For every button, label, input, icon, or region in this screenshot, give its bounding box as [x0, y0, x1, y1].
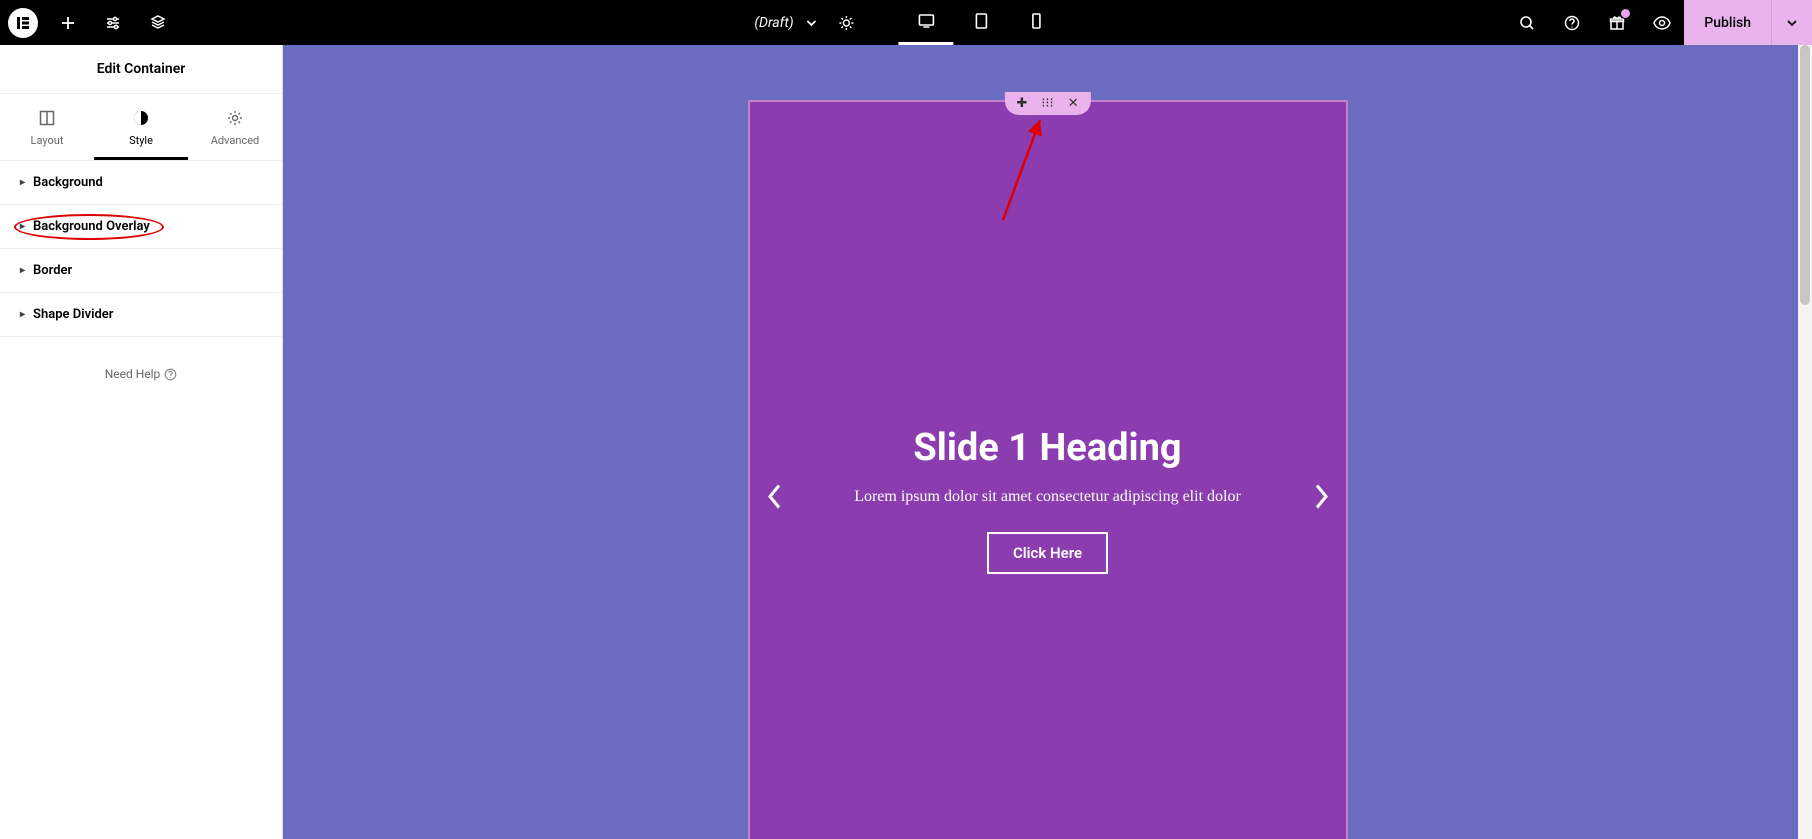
tab-advanced[interactable]: Advanced: [188, 94, 282, 160]
section-label: Shape Divider: [33, 307, 113, 322]
tab-label: Advanced: [211, 134, 259, 147]
section-label: Background Overlay: [33, 219, 150, 234]
draft-label: (Draft): [748, 15, 799, 31]
settings-icon[interactable]: [90, 0, 135, 45]
need-help-label: Need Help: [105, 367, 161, 381]
publish-dropdown-icon[interactable]: [1771, 0, 1812, 45]
layout-tab-icon: [39, 108, 55, 128]
topbar-right: Publish: [1504, 0, 1812, 45]
topbar-left: [0, 0, 180, 45]
widget-drag-handle[interactable]: ⁝⁝⁝: [1041, 96, 1053, 111]
section-background-overlay[interactable]: ▸ Background Overlay: [0, 205, 282, 249]
whats-new-icon[interactable]: [1594, 0, 1639, 45]
desktop-device-icon[interactable]: [899, 0, 954, 45]
caret-right-icon: ▸: [20, 221, 25, 232]
canvas-area: ✚ ⁝⁝⁝ ✕ Slide 1 Heading Lorem ipsum dolo: [283, 45, 1812, 839]
style-sections: ▸ Background ▸ Background Overlay ▸ Bord…: [0, 161, 282, 337]
container-widget[interactable]: ✚ ⁝⁝⁝ ✕ Slide 1 Heading Lorem ipsum dolo: [748, 100, 1348, 839]
slide-content: Slide 1 Heading Lorem ipsum dolor sit am…: [818, 426, 1278, 574]
tab-layout[interactable]: Layout: [0, 94, 94, 160]
sidebar-title: Edit Container: [0, 45, 282, 94]
section-label: Background: [33, 175, 103, 190]
page-settings-icon[interactable]: [824, 0, 869, 45]
slide-next-button[interactable]: [1312, 483, 1330, 518]
help-circle-icon: [164, 368, 177, 381]
slide-prev-button[interactable]: [766, 483, 784, 518]
section-label: Border: [33, 263, 72, 278]
editor-sidebar: Edit Container Layout Style Advanced: [0, 45, 283, 839]
topbar-center: (Draft): [748, 0, 1063, 45]
add-widget-icon[interactable]: [45, 0, 90, 45]
widget-delete-button[interactable]: ✕: [1068, 96, 1079, 111]
slide-text: Lorem ipsum dolor sit amet consectetur a…: [818, 488, 1278, 506]
caret-right-icon: ▸: [20, 309, 25, 320]
preview-icon[interactable]: [1639, 0, 1684, 45]
section-shape-divider[interactable]: ▸ Shape Divider: [0, 293, 282, 337]
search-icon[interactable]: [1504, 0, 1549, 45]
section-border[interactable]: ▸ Border: [0, 249, 282, 293]
canvas-scrollbar[interactable]: ▴: [1798, 45, 1812, 839]
scrollbar-thumb[interactable]: [1800, 45, 1810, 305]
tablet-device-icon[interactable]: [954, 0, 1009, 45]
tab-label: Style: [129, 134, 153, 147]
caret-right-icon: ▸: [20, 177, 25, 188]
device-switcher: [899, 0, 1064, 45]
publish-button[interactable]: Publish: [1684, 0, 1771, 45]
publish-label: Publish: [1704, 15, 1751, 31]
structure-icon[interactable]: [135, 0, 180, 45]
slide-button-label: Click Here: [1013, 544, 1082, 562]
elementor-logo[interactable]: [0, 0, 45, 45]
slide-heading: Slide 1 Heading: [818, 426, 1278, 470]
help-icon[interactable]: [1549, 0, 1594, 45]
caret-right-icon: ▸: [20, 265, 25, 276]
advanced-tab-icon: [227, 108, 243, 128]
widget-add-button[interactable]: ✚: [1016, 96, 1027, 111]
tab-label: Layout: [31, 134, 64, 147]
slide-button[interactable]: Click Here: [987, 532, 1108, 574]
style-tab-icon: [133, 108, 149, 128]
sidebar-tabs: Layout Style Advanced: [0, 94, 282, 161]
need-help-link[interactable]: Need Help: [0, 337, 282, 411]
chevron-down-icon[interactable]: [800, 0, 824, 45]
tab-style[interactable]: Style: [94, 94, 188, 160]
mobile-device-icon[interactable]: [1009, 0, 1064, 45]
section-background[interactable]: ▸ Background: [0, 161, 282, 205]
top-bar: (Draft): [0, 0, 1812, 45]
main-area: Edit Container Layout Style Advanced: [0, 45, 1812, 839]
